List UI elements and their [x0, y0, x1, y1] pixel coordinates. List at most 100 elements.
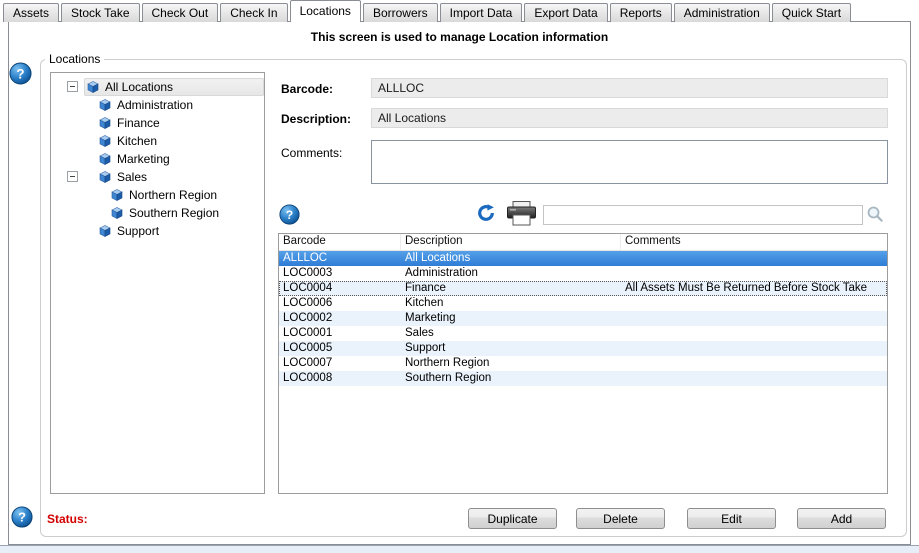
- refresh-icon[interactable]: [477, 204, 495, 222]
- cell-comments: [621, 266, 887, 281]
- svg-text:?: ?: [286, 208, 293, 222]
- tab-assets[interactable]: Assets: [3, 3, 59, 22]
- comments-label: Comments:: [281, 146, 342, 160]
- table-row-loc0007[interactable]: LOC0007Northern Region: [279, 356, 887, 371]
- tree-item-sales[interactable]: Sales: [51, 168, 264, 186]
- tree-item-finance[interactable]: Finance: [51, 114, 264, 132]
- cell-barcode: LOC0008: [279, 371, 401, 386]
- tree-item-label: Kitchen: [117, 134, 157, 148]
- search-icon[interactable]: [867, 206, 883, 222]
- column-header-barcode[interactable]: Barcode: [279, 234, 401, 250]
- search-input[interactable]: [543, 205, 863, 225]
- cell-barcode: LOC0005: [279, 341, 401, 356]
- table-header[interactable]: BarcodeDescriptionComments: [279, 234, 887, 251]
- cell-comments: [621, 356, 887, 371]
- cell-barcode: LOC0001: [279, 326, 401, 341]
- location-cube-icon: [109, 187, 125, 203]
- description-field: All Locations: [371, 108, 888, 128]
- locations-tree[interactable]: All Locations AdministrationFinance Kitche…: [50, 72, 265, 494]
- cell-description: Support: [401, 341, 621, 356]
- table-row-loc0002[interactable]: LOC0002Marketing: [279, 311, 887, 326]
- table-row-allloc[interactable]: ALLLOCAll Locations: [279, 251, 887, 266]
- column-header-description[interactable]: Description: [401, 234, 621, 250]
- description-label: Description:: [281, 112, 351, 126]
- tab-check-in[interactable]: Check In: [220, 3, 287, 22]
- cell-comments: [621, 326, 887, 341]
- collapse-icon[interactable]: [67, 171, 78, 182]
- location-cube-icon: [97, 133, 113, 149]
- status-label: Status:: [47, 512, 88, 526]
- tree-item-kitchen[interactable]: Kitchen: [51, 132, 264, 150]
- tree-item-label: Marketing: [117, 152, 170, 166]
- cell-barcode: LOC0004: [279, 281, 401, 296]
- tree-item-marketing[interactable]: Marketing: [51, 150, 264, 168]
- tree-item-label: Support: [117, 224, 159, 238]
- help-icon[interactable]: ?: [279, 204, 300, 225]
- table-row-loc0006[interactable]: LOC0006Kitchen: [279, 296, 887, 311]
- location-cube-icon: [97, 223, 113, 239]
- barcode-field: ALLLOC: [371, 78, 888, 98]
- location-cube-icon: [85, 79, 101, 95]
- cell-description: Sales: [401, 326, 621, 341]
- cell-comments: [621, 311, 887, 326]
- location-cube-icon: [97, 151, 113, 167]
- cell-description: Northern Region: [401, 356, 621, 371]
- table-body: ALLLOCAll LocationsLOC0003Administration…: [279, 251, 887, 386]
- cell-barcode: LOC0002: [279, 311, 401, 326]
- cell-barcode: ALLLOC: [279, 251, 401, 266]
- tab-stock-take[interactable]: Stock Take: [61, 3, 139, 22]
- location-cube-icon: [97, 169, 113, 185]
- cell-barcode: LOC0003: [279, 266, 401, 281]
- tree-item-support[interactable]: Support: [51, 222, 264, 240]
- comments-field[interactable]: [371, 140, 888, 184]
- tree-item-all-locations[interactable]: All Locations: [51, 78, 264, 96]
- add-button[interactable]: Add: [797, 508, 886, 529]
- cell-description: Kitchen: [401, 296, 621, 311]
- tree-item-administration[interactable]: Administration: [51, 96, 264, 114]
- edit-button[interactable]: Edit: [687, 508, 776, 529]
- cell-comments: [621, 296, 887, 311]
- cell-description: Southern Region: [401, 371, 621, 386]
- cell-barcode: LOC0006: [279, 296, 401, 311]
- tab-import-data[interactable]: Import Data: [440, 3, 523, 22]
- cell-comments: All Assets Must Be Returned Before Stock…: [621, 281, 887, 296]
- collapse-icon[interactable]: [67, 81, 78, 92]
- print-icon[interactable]: [505, 200, 538, 227]
- table-row-loc0004[interactable]: LOC0004FinanceAll Assets Must Be Returne…: [279, 281, 887, 296]
- tab-bar: AssetsStock TakeCheck OutCheck InLocatio…: [3, 1, 853, 22]
- column-header-comments[interactable]: Comments: [621, 234, 887, 250]
- groupbox-label: Locations: [45, 52, 104, 66]
- svg-text:?: ?: [18, 510, 26, 525]
- locations-table[interactable]: BarcodeDescriptionComments ALLLOCAll Loc…: [278, 233, 888, 494]
- location-cube-icon: [97, 97, 113, 113]
- table-row-loc0001[interactable]: LOC0001Sales: [279, 326, 887, 341]
- cell-comments: [621, 251, 887, 266]
- cell-description: Finance: [401, 281, 621, 296]
- location-cube-icon: [97, 115, 113, 131]
- tree-item-label: Southern Region: [129, 206, 219, 220]
- cell-comments: [621, 341, 887, 356]
- delete-button[interactable]: Delete: [576, 508, 665, 529]
- tree-item-label: All Locations: [105, 80, 173, 94]
- tab-locations[interactable]: Locations: [290, 0, 361, 22]
- application-window: AssetsStock TakeCheck OutCheck InLocatio…: [0, 0, 919, 553]
- help-icon[interactable]: ?: [9, 62, 32, 85]
- barcode-label: Barcode:: [281, 82, 333, 96]
- tab-check-out[interactable]: Check Out: [142, 3, 219, 22]
- table-row-loc0003[interactable]: LOC0003Administration: [279, 266, 887, 281]
- tab-quick-start[interactable]: Quick Start: [772, 3, 851, 22]
- tab-reports[interactable]: Reports: [610, 3, 672, 22]
- tab-administration[interactable]: Administration: [674, 3, 770, 22]
- cell-description: Administration: [401, 266, 621, 281]
- tab-borrowers[interactable]: Borrowers: [363, 3, 438, 22]
- tree-item-northern-region[interactable]: Northern Region: [51, 186, 264, 204]
- cell-barcode: LOC0007: [279, 356, 401, 371]
- table-row-loc0008[interactable]: LOC0008Southern Region: [279, 371, 887, 386]
- tab-export-data[interactable]: Export Data: [524, 3, 607, 22]
- cell-comments: [621, 371, 887, 386]
- help-icon[interactable]: ?: [11, 506, 33, 528]
- duplicate-button[interactable]: Duplicate: [468, 508, 557, 529]
- table-row-loc0005[interactable]: LOC0005Support: [279, 341, 887, 356]
- tree-item-southern-region[interactable]: Southern Region: [51, 204, 264, 222]
- window-frame-strip: [0, 546, 919, 553]
